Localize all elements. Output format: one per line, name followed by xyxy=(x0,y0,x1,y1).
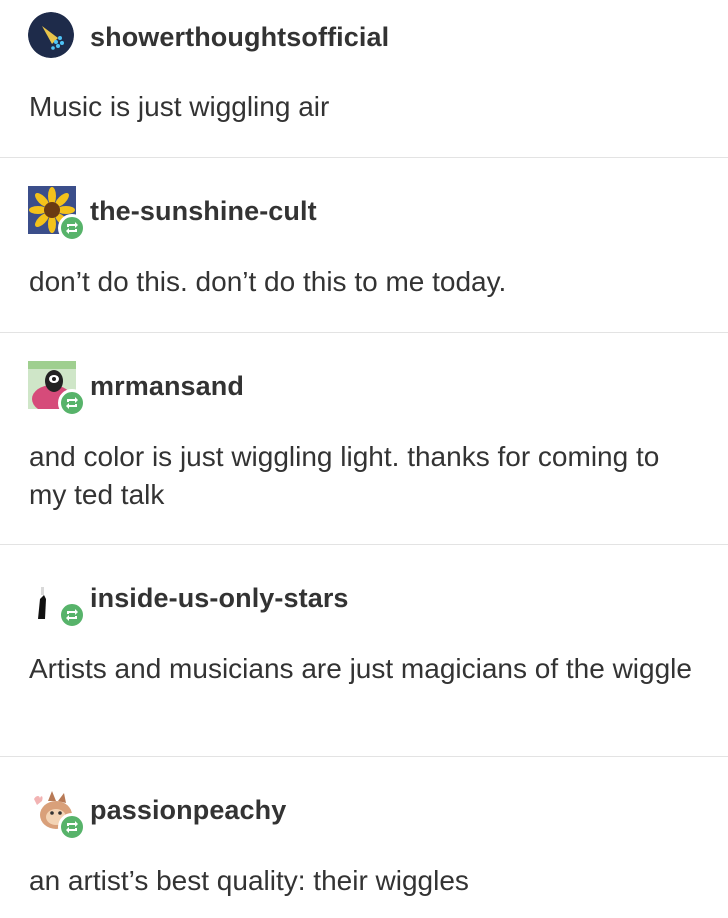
reblog-icon xyxy=(58,601,86,629)
post-header: passionpeachy xyxy=(28,785,286,841)
avatar[interactable] xyxy=(28,361,86,417)
username[interactable]: mrmansand xyxy=(90,371,244,402)
reblog-thread: showerthoughtsofficial Music is just wig… xyxy=(0,0,728,918)
post-inside-us-only-stars: inside-us-only-stars Artists and musicia… xyxy=(0,545,728,757)
reblog-icon xyxy=(58,214,86,242)
post-header: inside-us-only-stars xyxy=(28,573,349,629)
shower-head-icon xyxy=(28,12,74,58)
post-text: Artists and musicians are just magicians… xyxy=(29,653,692,684)
avatar[interactable] xyxy=(28,573,86,629)
post-text: don’t do this. don’t do this to me today… xyxy=(29,266,507,297)
username[interactable]: passionpeachy xyxy=(90,795,286,826)
post-showerthoughtsofficial: showerthoughtsofficial Music is just wig… xyxy=(0,0,728,158)
post-mrmansand: mrmansand and color is just wiggling lig… xyxy=(0,333,728,545)
post-header: the-sunshine-cult xyxy=(28,186,317,242)
post-the-sunshine-cult: the-sunshine-cult don’t do this. don’t d… xyxy=(0,158,728,333)
post-passionpeachy: passionpeachy an artist’s best quality: … xyxy=(0,757,728,918)
reblog-icon xyxy=(58,813,86,841)
post-text: Music is just wiggling air xyxy=(29,91,330,122)
avatar[interactable] xyxy=(28,785,86,841)
reblog-icon xyxy=(58,389,86,417)
post-header: mrmansand xyxy=(28,361,244,417)
post-header: showerthoughtsofficial xyxy=(28,12,389,62)
username[interactable]: the-sunshine-cult xyxy=(90,196,317,227)
avatar[interactable] xyxy=(28,12,78,62)
username[interactable]: inside-us-only-stars xyxy=(90,583,349,614)
username[interactable]: showerthoughtsofficial xyxy=(90,22,389,53)
post-text: and color is just wiggling light. thanks… xyxy=(29,441,660,510)
avatar[interactable] xyxy=(28,186,86,242)
post-text: an artist’s best quality: their wiggles xyxy=(29,865,469,896)
